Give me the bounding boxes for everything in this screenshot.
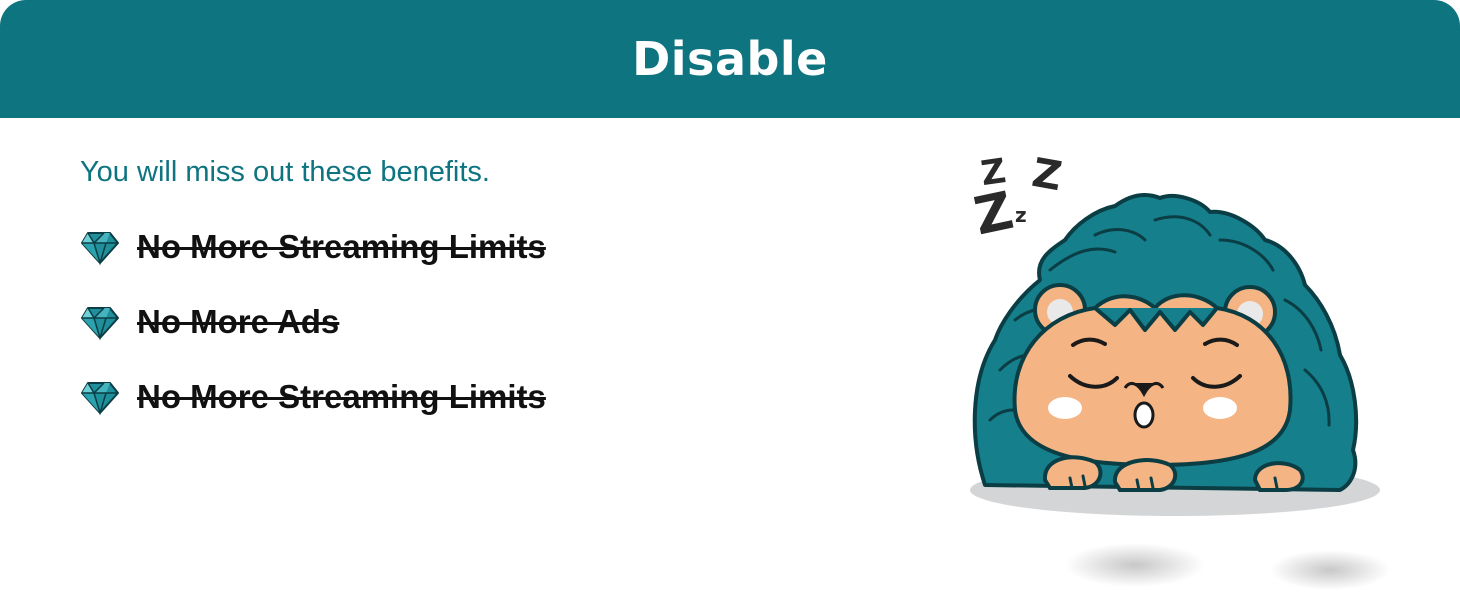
svg-text:Z: Z: [1029, 150, 1066, 200]
list-item: No More Ads: [80, 297, 546, 347]
sleep-z-icon: Z Z Z z: [969, 150, 1065, 248]
sleeping-hedgehog-illustration: Z Z Z z: [955, 140, 1395, 595]
svg-text:Z: Z: [978, 151, 1008, 194]
diamond-icon: [80, 302, 120, 342]
diamond-icon: [80, 377, 120, 417]
header-bar: Disable: [0, 0, 1460, 118]
benefit-label: No More Streaming Limits: [137, 228, 546, 265]
list-item: No More Streaming Limits: [80, 222, 546, 272]
benefit-label: No More Streaming Limits: [137, 378, 546, 415]
diamond-icon: [80, 227, 120, 267]
disable-card: Disable You will miss out these benefits…: [0, 0, 1460, 600]
list-item: No More Streaming Limits: [80, 372, 546, 422]
page-title: Disable: [632, 32, 828, 86]
svg-text:z: z: [1015, 203, 1027, 227]
benefit-label: No More Ads: [137, 303, 340, 340]
benefit-list: No More Streaming Limits No More Ads No …: [80, 222, 546, 447]
subtitle: You will miss out these benefits.: [80, 156, 490, 188]
